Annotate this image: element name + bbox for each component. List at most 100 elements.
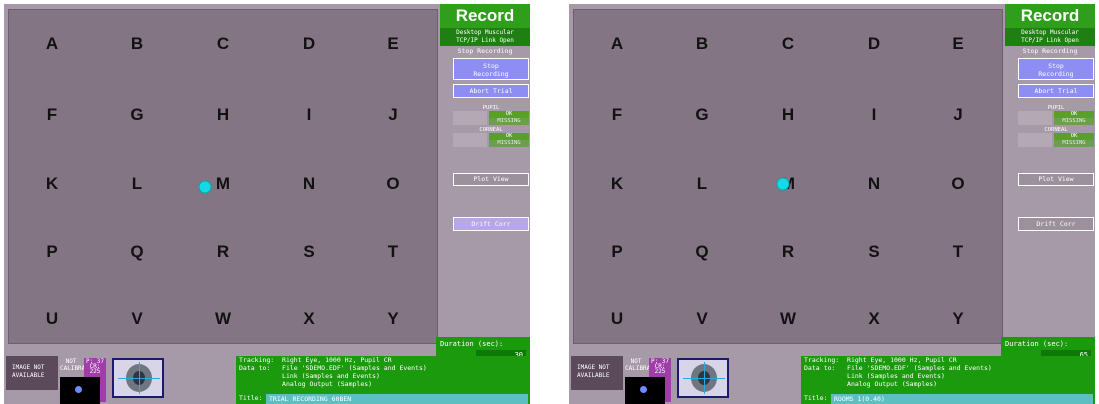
corneal-missing-badge: MISSING	[1054, 140, 1094, 147]
grid-letter: K	[45, 174, 59, 193]
grid-letter: B	[695, 34, 709, 53]
grid-letter: R	[216, 242, 230, 261]
stop-recording-button[interactable]: Stop Recording	[1018, 58, 1094, 80]
grid-letter: B	[130, 34, 144, 53]
grid-letter: F	[46, 105, 58, 124]
trial-title-field: ROOMS 1(0.40)	[831, 394, 1093, 404]
pupil-ok-badge: OK	[489, 111, 529, 118]
grid-letter: R	[781, 242, 795, 261]
grid-letter: S	[868, 242, 880, 261]
plot-view-button[interactable]: Plot View	[453, 173, 529, 186]
grid-letter: G	[130, 105, 144, 124]
tracking-info: Tracking: Right Eye, 1000 Hz, Pupil CR D…	[801, 356, 1095, 404]
gaze-position-view	[60, 377, 100, 404]
gaze-dot-icon	[75, 386, 82, 393]
record-control-panel: Record Desktop Muscular TCP/IP Link Open…	[1005, 4, 1095, 337]
grid-letter: M	[215, 174, 231, 193]
trial-title-field: TRIAL RECORDING 60BEN	[266, 394, 528, 404]
tracking-info: Tracking: Right Eye, 1000 Hz, Pupil CR D…	[236, 356, 530, 404]
connection-status: Desktop Muscular TCP/IP Link Open	[1005, 28, 1095, 46]
tracker-status-bar: IMAGE NOT AVAILABLE NOT CALIBRATED P: 37…	[4, 342, 530, 404]
grid-letter: D	[302, 34, 316, 53]
stop-recording-button[interactable]: Stop Recording	[453, 58, 529, 80]
record-screen-left: A B C D E F G H I J K L M N O P Q R S T …	[4, 4, 530, 404]
not-calibrated-label: NOT CALIBRATED	[60, 358, 97, 372]
image-not-available: IMAGE NOT AVAILABLE	[571, 356, 623, 390]
gaze-cursor-icon	[776, 177, 790, 191]
grid-letter: N	[867, 174, 881, 193]
grid-letter: P	[611, 242, 623, 261]
record-title: Record	[1005, 4, 1095, 28]
pupil-missing-badge: MISSING	[1054, 118, 1094, 125]
grid-letter: L	[696, 174, 708, 193]
grid-letter: Q	[695, 242, 709, 261]
record-screen-right: A B C D E F G H I J K L M N O P Q R S T …	[569, 4, 1095, 404]
pupil-ok-badge: OK	[1054, 111, 1094, 118]
calibration-letter-grid: A B C D E F G H I J K L M N O P Q R S T …	[573, 9, 1003, 344]
drift-correct-button[interactable]: Drift Corr	[453, 217, 529, 231]
abort-trial-button[interactable]: Abort Trial	[1018, 84, 1094, 98]
grid-letter: Y	[952, 309, 964, 328]
grid-letter: E	[387, 34, 399, 53]
eye-camera-image	[112, 358, 164, 398]
grid-letter: S	[303, 242, 315, 261]
pupil-missing-badge: MISSING	[489, 118, 529, 125]
grid-letter: X	[868, 309, 880, 328]
not-calibrated-label: NOT CALIBRATED	[625, 358, 662, 372]
gaze-position-view	[625, 377, 665, 404]
grid-letter: V	[131, 309, 143, 328]
gaze-dot-icon	[640, 386, 647, 393]
corneal-status: CORNEAL OK MISSING	[1018, 127, 1094, 149]
pupil-status: PUPIL OK MISSING	[453, 105, 529, 127]
stop-recording-label: Stop Recording	[457, 47, 513, 55]
corneal-ok-badge: OK	[489, 133, 529, 140]
grid-letter: C	[781, 34, 795, 53]
grid-letter: U	[45, 309, 59, 328]
grid-letter: L	[131, 174, 143, 193]
grid-letter: I	[871, 105, 877, 124]
threshold-values: P: 37 CR: 225	[650, 358, 670, 375]
grid-letter: W	[214, 309, 232, 328]
grid-letter: O	[386, 174, 400, 193]
stop-recording-label: Stop Recording	[1022, 47, 1078, 55]
calibration-letter-grid: A B C D E F G H I J K L M N O P Q R S T …	[8, 9, 438, 344]
gaze-cursor-icon	[198, 180, 212, 194]
grid-letter: I	[306, 105, 312, 124]
grid-letter: W	[779, 309, 797, 328]
grid-letter: U	[610, 309, 624, 328]
grid-letter: K	[610, 174, 624, 193]
pupil-status: PUPIL OK MISSING	[1018, 105, 1094, 127]
grid-letter: T	[387, 242, 399, 261]
drift-correct-button[interactable]: Drift Corr	[1018, 217, 1094, 231]
grid-letter: A	[610, 34, 624, 53]
image-not-available: IMAGE NOT AVAILABLE	[6, 356, 58, 390]
grid-letter: N	[302, 174, 316, 193]
grid-letter: A	[45, 34, 59, 53]
record-title: Record	[440, 4, 530, 28]
grid-letter: F	[611, 105, 623, 124]
grid-letter: V	[696, 309, 708, 328]
grid-letter: T	[952, 242, 964, 261]
grid-letter: E	[952, 34, 964, 53]
grid-letter: J	[953, 105, 963, 124]
grid-letter: H	[781, 105, 795, 124]
threshold-values: P: 37 CR: 225	[85, 358, 105, 375]
corneal-missing-badge: MISSING	[489, 140, 529, 147]
abort-trial-button[interactable]: Abort Trial	[453, 84, 529, 98]
tracker-status-bar: IMAGE NOT AVAILABLE NOT CALIBRATED P: 37…	[569, 342, 1095, 404]
grid-letter: P	[46, 242, 58, 261]
plot-view-button[interactable]: Plot View	[1018, 173, 1094, 186]
grid-letter: D	[867, 34, 881, 53]
grid-letter: Q	[130, 242, 144, 261]
grid-letter: J	[388, 105, 398, 124]
grid-letter: H	[216, 105, 230, 124]
corneal-status: CORNEAL OK MISSING	[453, 127, 529, 149]
eye-camera-image	[677, 358, 729, 398]
grid-letter: Y	[387, 309, 399, 328]
corneal-ok-badge: OK	[1054, 133, 1094, 140]
grid-letter: O	[951, 174, 965, 193]
grid-letter: G	[695, 105, 709, 124]
record-control-panel: Record Desktop Muscular TCP/IP Link Open…	[440, 4, 530, 337]
grid-letter: C	[216, 34, 230, 53]
connection-status: Desktop Muscular TCP/IP Link Open	[440, 28, 530, 46]
